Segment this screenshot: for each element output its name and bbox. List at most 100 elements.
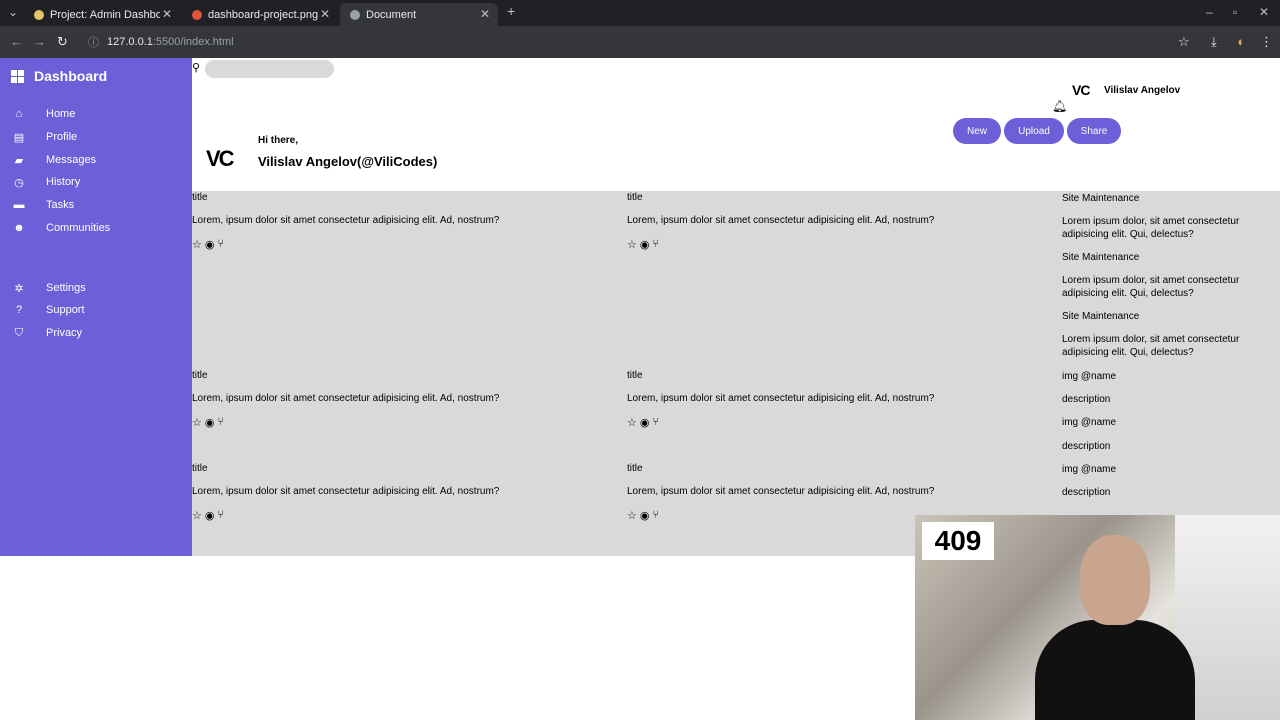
star-icon[interactable]: ☆ [627,509,637,522]
dashboard-icon [11,69,24,83]
announcement-title: Site Maintenance [1062,311,1140,322]
eye-icon[interactable]: ◉ [205,509,215,522]
address-bar: ← → ↻ ⓘ 127.0.0.1:5500/index.html ☆ ⤓ ◖ … [0,26,1280,58]
presenter-body [1035,620,1195,720]
username-text: Vilislav Angelov(@ViliCodes) [258,154,438,169]
announcement-text: Lorem ipsum dolor, sit amet consectetur … [1062,275,1240,299]
presenter-head [1080,535,1150,625]
reload-icon[interactable]: ↻ [57,34,68,50]
card-actions: ☆ ◉ ⑂ [192,416,224,429]
search-input[interactable] [205,60,334,78]
shield-icon: ⛉ [14,326,24,339]
extension-icon[interactable]: ◖ [1236,34,1244,49]
eye-icon[interactable]: ◉ [205,238,215,251]
close-window-icon[interactable]: ✕ [1259,5,1269,19]
content-area: title Lorem, ipsum dolor sit amet consec… [192,191,1280,556]
card-actions: ☆ ◉ ⑂ [192,238,224,251]
sidebar-item-label: Support [46,304,85,316]
sidebar-item-privacy[interactable]: ⛉ Privacy [13,326,83,340]
sidebar-item-label: Home [46,108,76,120]
announcement-title: Site Maintenance [1062,252,1140,263]
card-description: Lorem, ipsum dolor sit amet consectetur … [192,215,500,226]
users-icon: ☻ [13,222,25,234]
sidebar-item-label: Settings [46,282,86,294]
user-logo: VC [206,146,235,171]
sidebar-brand[interactable]: Dashboard [11,68,107,84]
fork-icon[interactable]: ⑂ [217,238,224,251]
url-host: 127.0.0.1 [107,36,153,48]
search-icon[interactable]: ⚲ [192,61,200,74]
tab-search-icon[interactable]: ⌄ [8,5,18,19]
url-field[interactable]: ⓘ 127.0.0.1:5500/index.html [78,30,1198,54]
card-title: title [192,192,208,203]
close-icon[interactable]: ✕ [162,7,172,21]
tab-title: Project: Admin Dashboard [50,8,160,21]
new-tab-icon[interactable]: + [507,3,515,19]
share-button[interactable]: Share [1067,118,1121,144]
bookmark-star-icon[interactable]: ☆ [1178,34,1190,50]
info-icon[interactable]: ⓘ [88,34,99,50]
new-button[interactable]: New [953,118,1001,144]
sidebar-item-history[interactable]: ◷ History [13,176,81,189]
url-path: :5500/index.html [152,36,234,48]
sidebar-item-communities[interactable]: ☻ Communities [13,222,110,234]
sidebar-item-home[interactable]: ⌂ Home [13,108,76,120]
sidebar-item-label: History [46,176,81,188]
star-icon[interactable]: ☆ [627,238,637,251]
sidebar-item-settings[interactable]: ✲ Settings [13,282,86,295]
announcement-title: Site Maintenance [1062,193,1140,204]
globe-icon [350,9,360,20]
sidebar-item-support[interactable]: ? Support [13,304,85,316]
close-icon[interactable]: ✕ [480,7,490,21]
eye-icon[interactable]: ◉ [640,416,650,429]
tab-title: Document [366,8,417,21]
brand-label: Dashboard [34,68,108,84]
minimize-icon[interactable]: – [1206,5,1213,19]
maximize-icon[interactable]: ▫ [1233,5,1237,19]
star-icon[interactable]: ☆ [192,416,202,429]
card-actions: ☆ ◉ ⑂ [627,238,659,251]
star-icon[interactable]: ☆ [192,509,202,522]
fork-icon[interactable]: ⑂ [652,238,659,251]
forward-icon[interactable]: → [33,34,46,49]
fork-icon[interactable]: ⑂ [652,416,659,429]
fork-icon[interactable]: ⑂ [217,509,224,522]
clock-icon: ◷ [14,176,24,189]
eye-icon[interactable]: ◉ [205,416,215,429]
bell-icon[interactable]: 🔔︎ [1052,99,1067,113]
tab-png[interactable]: dashboard-project.png (... ✕ [182,3,338,26]
star-icon[interactable]: ☆ [192,238,202,251]
tab-project[interactable]: Project: Admin Dashboard ✕ [24,3,180,26]
avatar[interactable]: VC [1072,82,1090,98]
tab-favicon-icon [34,9,44,20]
fork-icon[interactable]: ⑂ [652,509,659,522]
trending-description: description [1062,394,1111,405]
download-icon[interactable]: ⤓ [1211,34,1217,50]
fork-icon[interactable]: ⑂ [217,416,224,429]
card-title: title [627,463,643,474]
card-description: Lorem, ipsum dolor sit amet consectetur … [627,215,935,226]
sidebar-item-messages[interactable]: ▰ Messages [13,154,96,167]
sidebar-item-tasks[interactable]: ▬ Tasks [13,199,75,211]
star-icon[interactable]: ☆ [627,416,637,429]
eye-icon[interactable]: ◉ [640,238,650,251]
card-description: Lorem, ipsum dolor sit amet consectetur … [627,486,935,497]
upload-button[interactable]: Upload [1004,118,1064,144]
id-card-icon: ▤ [13,131,25,144]
sidebar-item-profile[interactable]: ▤ Profile [13,131,77,144]
trending-name: img @name [1062,417,1117,428]
menu-kebab-icon[interactable]: ⋮ [1260,34,1273,50]
card-actions: ☆ ◉ ⑂ [627,509,659,522]
tab-document[interactable]: Document ✕ [340,3,498,26]
sidebar-item-label: Communities [46,222,111,234]
question-icon: ? [15,304,23,316]
card-actions: ☆ ◉ ⑂ [192,509,224,522]
card-description: Lorem, ipsum dolor sit amet consectetur … [192,486,500,497]
eye-icon[interactable]: ◉ [640,509,650,522]
profile-name: Vilislav Angelov [1104,85,1181,96]
back-icon[interactable]: ← [10,34,23,49]
card-description: Lorem, ipsum dolor sit amet consectetur … [627,393,935,404]
sidebar-item-label: Privacy [46,327,83,339]
trending-description: description [1062,487,1111,498]
close-icon[interactable]: ✕ [320,7,330,21]
